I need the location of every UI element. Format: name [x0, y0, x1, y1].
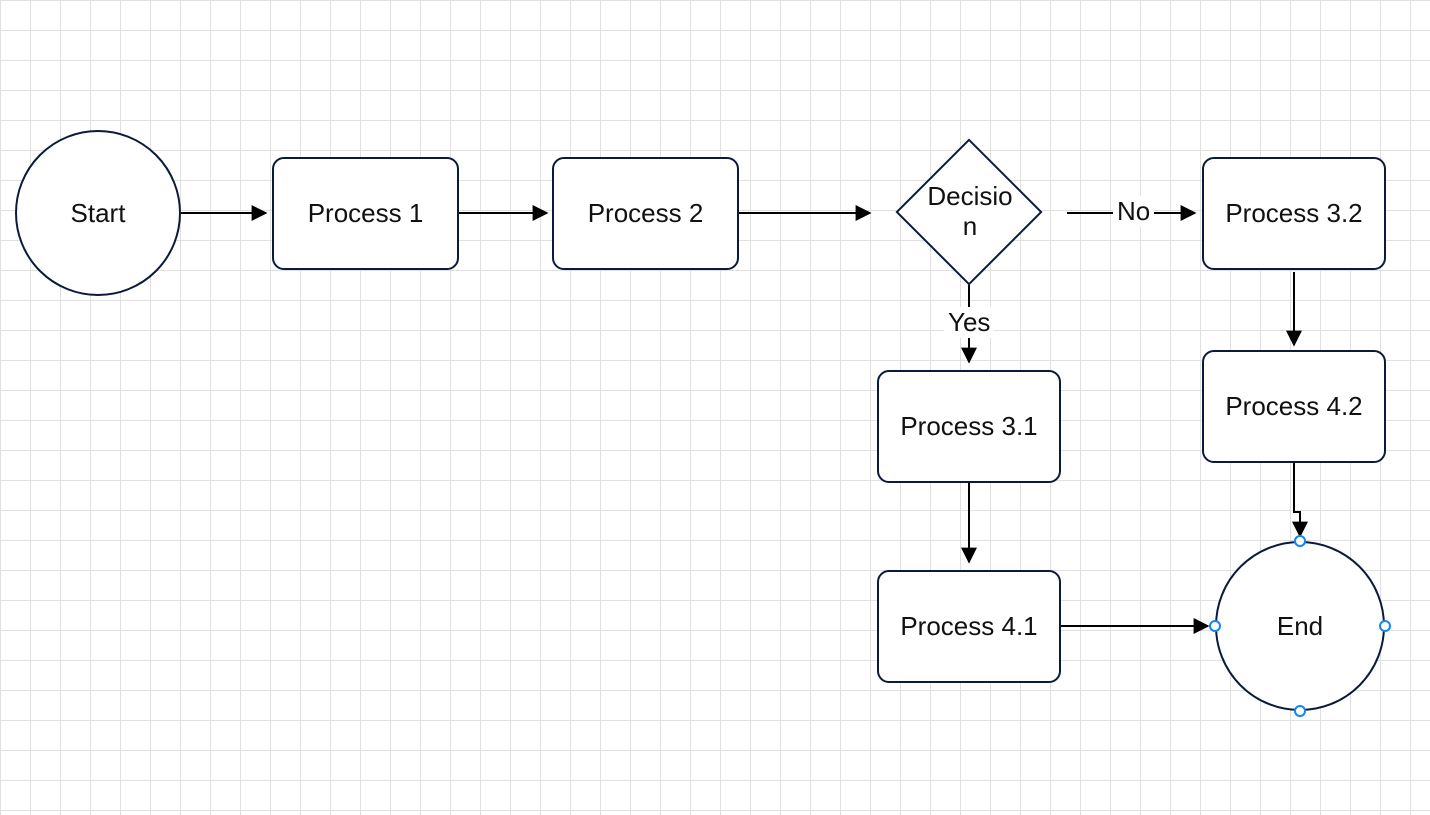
node-process-3-2[interactable]: Process 3.2: [1202, 157, 1386, 270]
edge-label-no: No: [1113, 196, 1154, 227]
node-process-2[interactable]: Process 2: [552, 157, 739, 270]
node-process-4-2[interactable]: Process 4.2: [1202, 350, 1386, 463]
node-process-1-label: Process 1: [308, 198, 424, 229]
diagram-canvas[interactable]: Start Process 1 Process 2 Decisio n Proc…: [0, 0, 1430, 815]
node-process-3-1[interactable]: Process 3.1: [877, 370, 1061, 483]
node-end-label: End: [1277, 611, 1323, 642]
node-start-label: Start: [71, 198, 126, 229]
node-start[interactable]: Start: [15, 130, 181, 296]
selection-handle-left[interactable]: [1209, 620, 1221, 632]
node-process-3-1-label: Process 3.1: [900, 411, 1037, 442]
node-process-4-1[interactable]: Process 4.1: [877, 570, 1061, 683]
selection-handle-top[interactable]: [1294, 535, 1306, 547]
edge-label-yes: Yes: [944, 307, 994, 338]
node-process-2-label: Process 2: [588, 198, 704, 229]
node-decision-label: Decisio n: [905, 176, 1035, 248]
node-process-4-1-label: Process 4.1: [900, 611, 1037, 642]
node-process-3-2-label: Process 3.2: [1225, 198, 1362, 229]
selection-handle-bottom[interactable]: [1294, 705, 1306, 717]
selection-handle-right[interactable]: [1379, 620, 1391, 632]
node-process-4-2-label: Process 4.2: [1225, 391, 1362, 422]
node-process-1[interactable]: Process 1: [272, 157, 459, 270]
node-end[interactable]: End: [1215, 541, 1385, 711]
